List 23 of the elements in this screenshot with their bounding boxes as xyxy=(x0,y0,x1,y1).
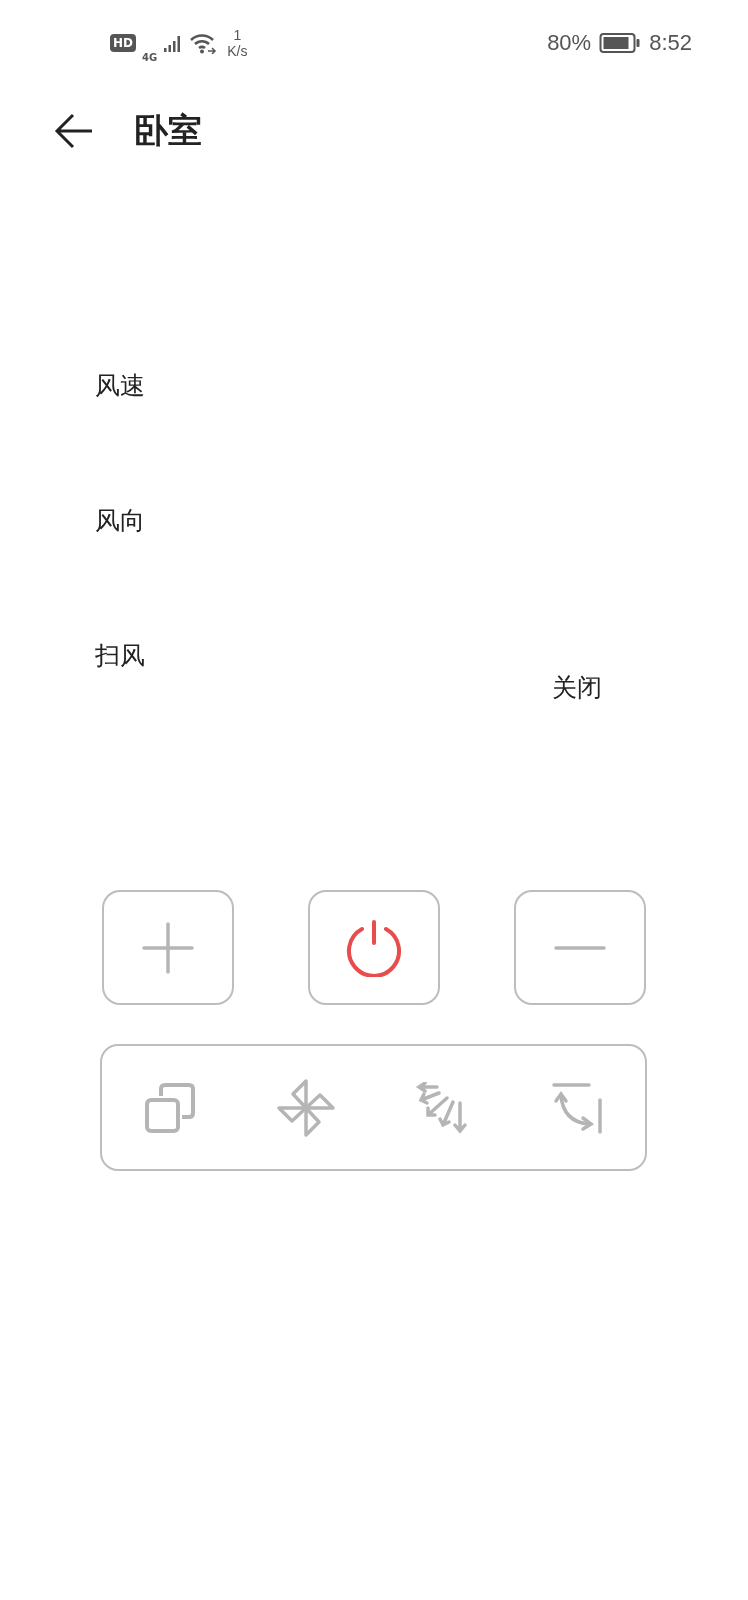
clock: 8:52 xyxy=(649,30,692,56)
speed-unit: K/s xyxy=(227,43,248,59)
hd-badge: HD xyxy=(110,34,136,52)
minus-icon xyxy=(554,944,606,951)
battery-icon xyxy=(599,32,642,54)
page-title: 卧室 xyxy=(134,109,202,152)
minus-button[interactable] xyxy=(514,890,646,1005)
setting-label: 风向 xyxy=(95,505,145,537)
setting-label: 风速 xyxy=(95,370,145,402)
setting-value[interactable]: 关闭 xyxy=(552,668,602,708)
network-type: 4G xyxy=(142,51,158,63)
back-arrow-icon[interactable] xyxy=(54,113,94,149)
plus-icon xyxy=(142,921,194,974)
pinwheel-icon[interactable] xyxy=(275,1077,336,1138)
power-button[interactable] xyxy=(308,890,440,1005)
setting-label: 扫风 xyxy=(95,640,145,672)
power-icon xyxy=(345,918,403,977)
plus-button[interactable] xyxy=(102,890,234,1005)
speed-value: 1 xyxy=(233,27,242,43)
swing-arrows-icon[interactable] xyxy=(415,1081,468,1134)
battery-percent: 80% xyxy=(547,30,592,56)
mode-copy-icon[interactable] xyxy=(143,1081,196,1134)
wifi-icon xyxy=(189,32,218,54)
